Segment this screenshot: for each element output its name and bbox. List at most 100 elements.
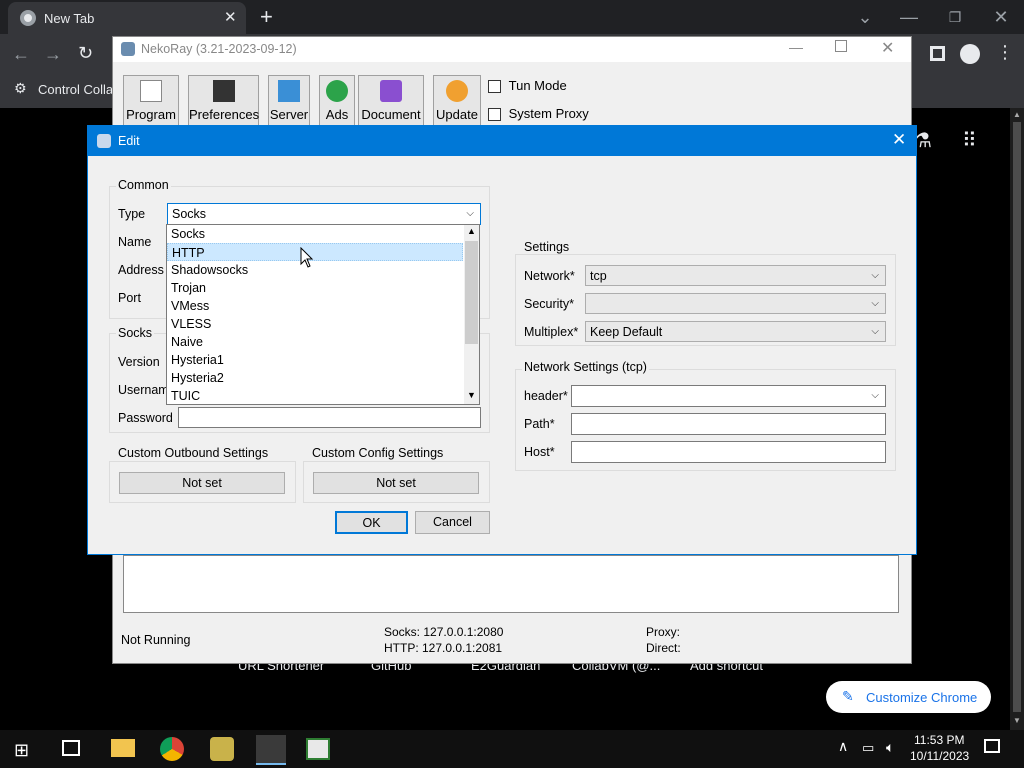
scroll-thumb[interactable] [1013,122,1021,712]
page-scrollbar[interactable]: ▲ ▼ [1010,108,1024,730]
chrome-tab[interactable]: New Tab ✕ [8,2,246,34]
forward-icon[interactable]: → [44,44,62,65]
log-panel[interactable] [123,555,899,613]
tun-mode-checkbox[interactable]: Tun Mode [488,78,567,94]
app-bee-icon[interactable] [210,737,234,761]
preferences-button[interactable]: Preferences [188,75,259,131]
dropdown-item-hysteria2[interactable]: Hysteria2 [167,369,463,387]
volume-icon[interactable]: 🔈︎ [886,739,894,756]
dropdown-item-tuic[interactable]: TUIC [167,387,463,405]
update-button[interactable]: Update [433,75,481,131]
clock-date[interactable]: 10/11/2023 [910,749,969,763]
folder-icon [278,80,300,102]
program-button[interactable]: Program [123,75,179,131]
dropdown-item-shadowsocks[interactable]: Shadowsocks [167,261,463,279]
restore-icon[interactable]: ❐ [940,0,970,34]
back-icon[interactable]: ← [12,44,30,65]
edit-titlebar: Edit ✕ [88,126,916,156]
clock-time[interactable]: 11:53 PM [914,733,964,747]
profile-icon[interactable] [960,44,980,64]
network-icon[interactable]: ▭ [862,740,874,756]
chrome-tab-strip: New Tab ✕ + ⌄ — ❐ ✕ [0,0,1024,34]
nekoray-maximize-icon[interactable] [835,40,847,52]
http-status: HTTP: 127.0.0.1:2081 [384,641,503,655]
customize-chrome-label: Customize Chrome [866,690,978,705]
nekoray-minimize-icon[interactable]: — [789,39,803,55]
username-label: Usernam [118,383,169,397]
chevron-down-icon: ⌵ [871,390,879,401]
tab-search-icon[interactable]: ⌄ [850,0,880,34]
address-label: Address [118,263,164,277]
running-status: Not Running [121,633,191,647]
dropdown-item-http[interactable]: HTTP [167,243,463,261]
name-label: Name [118,235,152,249]
security-label: Security* [524,297,575,311]
tun-mode-check[interactable] [488,80,501,94]
reload-icon[interactable]: ↻ [78,43,93,64]
common-title: Common [116,178,171,192]
dropdown-item-socks[interactable]: Socks [167,225,463,243]
nekoray-close-icon[interactable]: ✕ [881,38,894,58]
dropdown-item-hysteria1[interactable]: Hysteria1 [167,351,463,369]
file-explorer-icon[interactable] [111,739,135,757]
new-tab-icon[interactable]: + [260,4,273,30]
app-window-icon[interactable] [306,738,330,760]
document-button[interactable]: Document [358,75,424,131]
system-proxy-checkbox[interactable]: System Proxy [488,106,589,122]
minimize-icon[interactable]: — [894,0,924,34]
tray-chevron-icon[interactable]: ∧ [838,738,848,755]
chrome-taskbar-icon[interactable] [160,737,184,761]
window-close-icon[interactable]: ✕ [986,0,1016,34]
dropdown-item-vless[interactable]: VLESS [167,315,463,333]
port-label: Port [118,291,141,305]
dropdown-item-vmess[interactable]: VMess [167,297,463,315]
sidebar-icon[interactable] [930,46,945,61]
security-select[interactable]: ⌵ [585,293,886,314]
custom-outbound-button[interactable]: Not set [119,472,285,494]
tab-close-icon[interactable]: ✕ [224,8,237,26]
host-label: Host* [524,445,555,459]
dropdown-scrollbar[interactable]: ▲ ▼ [464,225,479,404]
dropdown-scroll-thumb[interactable] [465,241,478,344]
edit-title: Edit [118,134,140,148]
scroll-up-icon[interactable]: ▲ [1013,110,1021,119]
network-select[interactable]: tcp ⌵ [585,265,886,286]
nekoray-taskbar-icon[interactable] [256,735,286,765]
pencil-icon: ✎ [842,688,854,704]
password-field[interactable] [178,407,481,428]
network-settings-title: Network Settings (tcp) [522,360,649,374]
menu-icon[interactable]: ⋮ [996,42,1014,63]
type-label: Type [118,207,146,221]
server-button[interactable]: Server [268,75,310,131]
system-proxy-check[interactable] [488,108,501,122]
custom-outbound-title: Custom Outbound Settings [116,446,271,460]
chevron-down-icon: ⌵ [871,270,879,281]
edit-close-icon[interactable]: ✕ [892,130,906,150]
chevron-down-icon: ⌵ [871,326,879,337]
notification-icon[interactable] [984,739,1000,753]
apps-grid-icon[interactable]: ⠿ [962,128,977,153]
multiplex-select[interactable]: Keep Default ⌵ [585,321,886,342]
host-field[interactable] [571,441,886,463]
globe-icon [326,80,348,102]
cancel-button[interactable]: Cancel [415,511,490,534]
type-dropdown-list: Socks HTTP Shadowsocks Trojan VMess VLES… [166,224,480,405]
path-field[interactable] [571,413,886,435]
dropdown-scroll-up-icon[interactable]: ▲ [467,226,476,236]
start-icon[interactable]: ⊞ [14,740,29,761]
customize-chrome-button[interactable]: ✎ Customize Chrome [826,681,991,713]
scroll-down-icon[interactable]: ▼ [1013,716,1021,725]
ads-button[interactable]: Ads [319,75,355,131]
socks-title: Socks [116,326,155,340]
bookmark-control-collab[interactable]: Control Collab [38,82,120,97]
ok-button[interactable]: OK [335,511,408,534]
bookmark-icon: ⚙ [14,80,27,96]
task-view-icon[interactable] [62,740,80,756]
windows-taskbar: ⊞ ∧ ▭ 🔈︎ 11:53 PM 10/11/2023 [0,730,1024,768]
dropdown-item-naive[interactable]: Naive [167,333,463,351]
type-select[interactable]: Socks ⌵ [167,203,481,225]
custom-config-button[interactable]: Not set [313,472,479,494]
dropdown-scroll-down-icon[interactable]: ▼ [467,390,476,400]
dropdown-item-trojan[interactable]: Trojan [167,279,463,297]
header-select[interactable]: ⌵ [571,385,886,407]
